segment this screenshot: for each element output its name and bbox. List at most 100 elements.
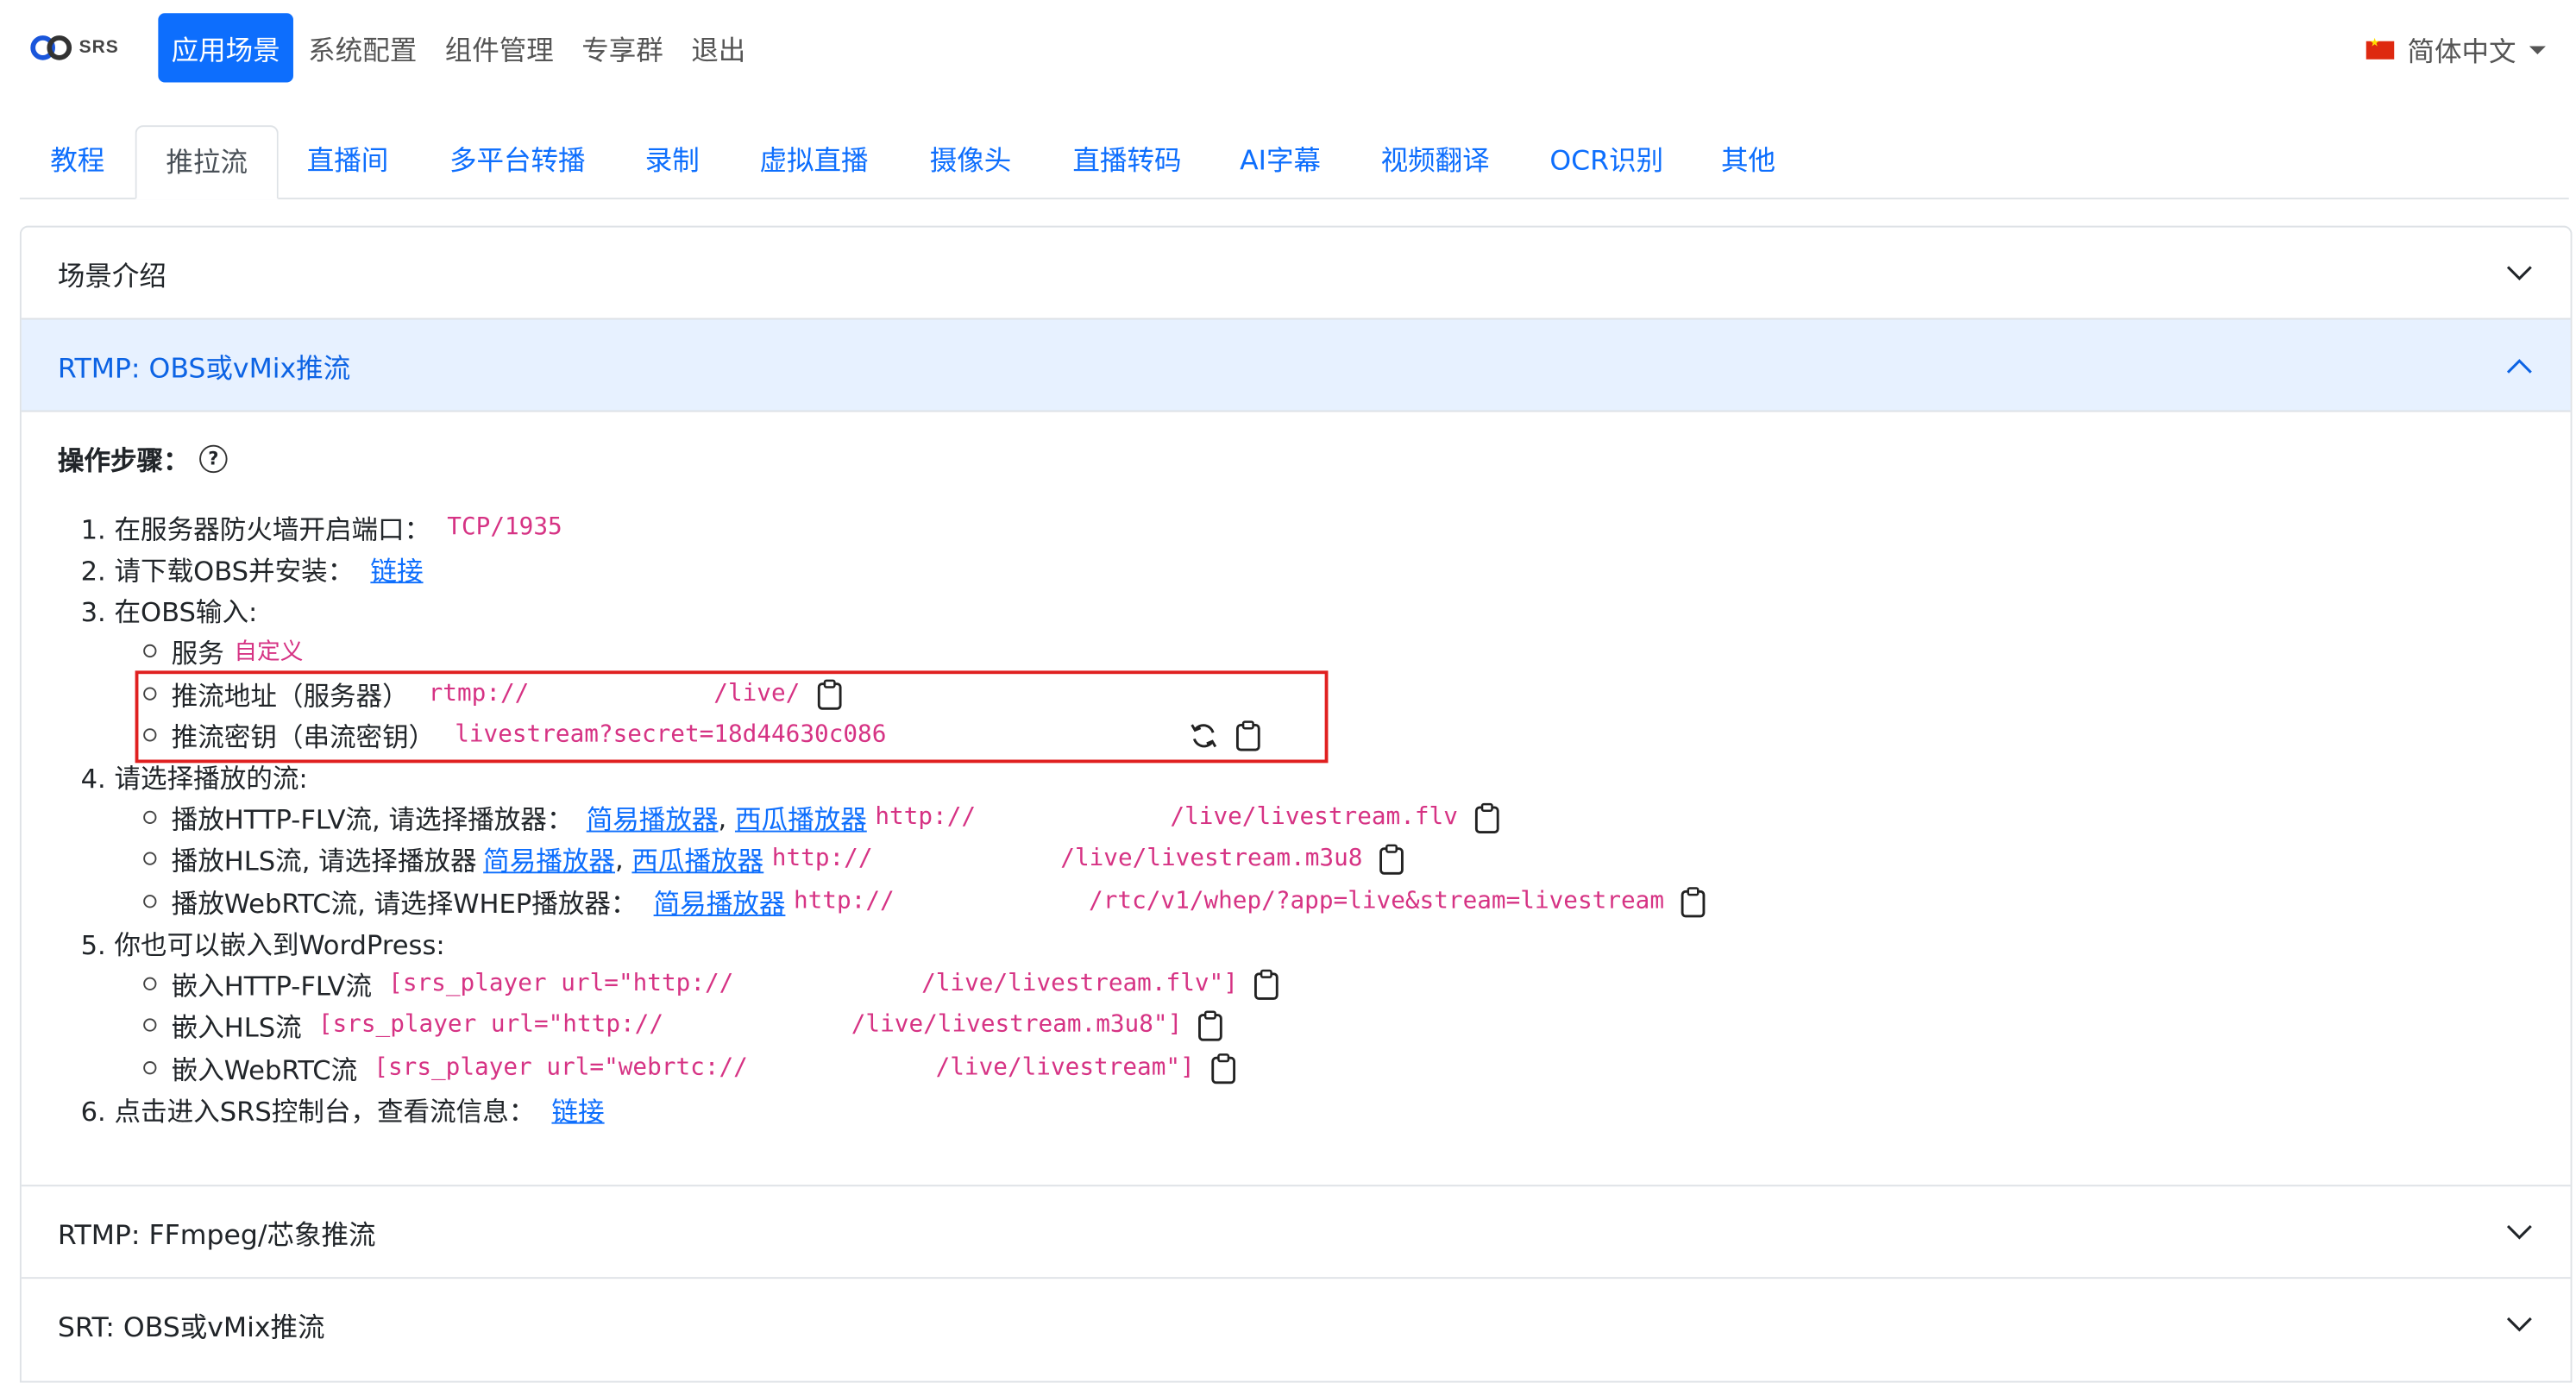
play-flv-label: 播放HTTP-FLV流, 请选择播放器：	[171, 804, 574, 836]
flv-xigua-player-link[interactable]: 西瓜播放器	[735, 797, 867, 837]
srs-logo[interactable]: SRS	[29, 33, 118, 62]
accordion-rtmp-ffmpeg-label: RTMP: FFmpeg/芯象推流	[57, 1218, 376, 1250]
chevron-down-icon	[2506, 1224, 2532, 1239]
obs-service-value: 自定义	[234, 639, 304, 666]
clipboard-icon[interactable]	[1681, 886, 1706, 917]
tab-multi-platform[interactable]: 多平台转播	[429, 125, 606, 196]
accordion-rtmp-obs-label: RTMP: OBS或vMix推流	[57, 351, 351, 384]
clipboard-icon[interactable]	[1198, 1009, 1223, 1040]
bullet	[143, 644, 157, 658]
step-2: 2. 请下载OBS并安装： 链接	[81, 549, 424, 588]
bullet	[143, 810, 157, 824]
play-webrtc-label: 播放WebRTC流, 请选择WHEP播放器：	[171, 888, 638, 920]
highlight-box	[135, 670, 1329, 764]
step-1-text: 1. 在服务器防火墙开启端口：	[80, 513, 431, 546]
flv-url-suffix: /live/livestream.flv	[1170, 804, 1458, 831]
clipboard-icon[interactable]	[1211, 1053, 1236, 1084]
bullet	[143, 977, 157, 990]
nav-exclusive-group[interactable]: 专享群	[569, 13, 676, 82]
chevron-down-icon	[2506, 265, 2532, 280]
nav-system-config[interactable]: 系统配置	[295, 13, 430, 82]
caret-down-icon	[2529, 45, 2546, 54]
tab-video-translate[interactable]: 视频翻译	[1358, 125, 1513, 196]
accordion-rtmp-obs[interactable]: RTMP: OBS或vMix推流	[21, 317, 2571, 412]
embed-webrtc-label: 嵌入WebRTC流	[171, 1054, 358, 1086]
nav-logout[interactable]: 退出	[678, 13, 759, 82]
embed-hls-item: 嵌入HLS流 [srs_player url="http:// /live/li…	[143, 1005, 1223, 1045]
bullet	[143, 895, 157, 908]
clipboard-icon[interactable]	[1254, 968, 1279, 999]
hls-url-prefix: http://	[771, 845, 873, 872]
embed-flv-item: 嵌入HTTP-FLV流 [srs_player url="http:// /li…	[143, 964, 1279, 1003]
tab-transcode[interactable]: 直播转码	[1052, 125, 1203, 196]
play-hls-item: 播放HLS流, 请选择播放器 简易播放器 , 西瓜播放器 http:// /li…	[143, 839, 1404, 878]
step-1: 1. 在服务器防火墙开启端口： TCP/1935	[81, 507, 562, 547]
step-3: 3. 在OBS输入:	[81, 590, 258, 630]
embed-webrtc-prefix: [srs_player url="webrtc://	[374, 1054, 748, 1081]
tab-other[interactable]: 其他	[1700, 125, 1796, 196]
tab-live-room[interactable]: 直播间	[284, 125, 412, 196]
scenario-tabs: 教程 推拉流 直播间 多平台转播 录制 虚拟直播 摄像头 直播转码 AI字幕 视…	[19, 125, 2569, 200]
hls-simple-player-link[interactable]: 简易播放器	[483, 839, 615, 878]
step-6-text: 6. 点击进入SRS控制台，查看流信息：	[80, 1096, 536, 1128]
bullet	[143, 1061, 157, 1075]
tab-push-pull[interactable]: 推拉流	[135, 125, 279, 200]
chevron-up-icon	[2506, 358, 2532, 373]
embed-hls-prefix: [srs_player url="http://	[317, 1011, 664, 1039]
obs-download-link[interactable]: 链接	[370, 549, 423, 588]
step-6: 6. 点击进入SRS控制台，查看流信息： 链接	[81, 1090, 605, 1129]
accordion-srt-obs[interactable]: SRT: OBS或vMix推流	[21, 1277, 2571, 1369]
tab-camera[interactable]: 摄像头	[907, 125, 1035, 196]
language-selector[interactable]: 简体中文	[2366, 29, 2546, 69]
flv-simple-player-link[interactable]: 简易播放器	[587, 797, 719, 837]
steps-title-text: 操作步骤：	[57, 444, 190, 476]
step-5-text: 5. 你也可以嵌入到WordPress:	[80, 929, 445, 961]
whep-url-suffix: /rtc/v1/whep/?app=live&stream=livestream	[1089, 888, 1665, 915]
accordion-rtmp-ffmpeg[interactable]: RTMP: FFmpeg/芯象推流	[21, 1185, 2571, 1277]
tab-tutorial[interactable]: 教程	[29, 125, 125, 196]
tab-ocr[interactable]: OCR识别	[1529, 125, 1684, 196]
bullet	[143, 1018, 157, 1032]
hls-xigua-player-link[interactable]: 西瓜播放器	[631, 839, 763, 878]
embed-flv-label: 嵌入HTTP-FLV流	[171, 970, 373, 1003]
china-flag-icon	[2366, 35, 2395, 59]
clipboard-icon[interactable]	[1474, 802, 1499, 833]
help-icon[interactable]: ?	[199, 443, 228, 473]
tab-virtual-live[interactable]: 虚拟直播	[738, 125, 890, 196]
srs-console-link[interactable]: 链接	[551, 1090, 604, 1129]
play-webrtc-item: 播放WebRTC流, 请选择WHEP播放器： 简易播放器 http:// /rt…	[143, 882, 1706, 921]
step-4-text: 4. 请选择播放的流:	[80, 763, 308, 795]
step-2-text: 2. 请下载OBS并安装：	[80, 555, 355, 587]
hls-url-suffix: /live/livestream.m3u8	[1060, 845, 1363, 872]
step-5: 5. 你也可以嵌入到WordPress:	[81, 923, 445, 963]
clipboard-icon[interactable]	[1379, 843, 1404, 874]
obs-service-label: 服务	[171, 638, 224, 669]
nav-scenarios[interactable]: 应用场景	[158, 13, 293, 83]
embed-webrtc-item: 嵌入WebRTC流 [srs_player url="webrtc:// /li…	[143, 1048, 1235, 1088]
play-hls-label: 播放HLS流, 请选择播放器	[171, 845, 477, 877]
logo-text: SRS	[79, 37, 119, 58]
top-nav: 应用场景 系统配置 组件管理 专享群 退出	[158, 13, 760, 83]
embed-flv-suffix: /live/livestream.flv"]	[921, 970, 1238, 997]
accordion-srt-obs-label: SRT: OBS或vMix推流	[57, 1311, 325, 1342]
bullet	[143, 852, 157, 865]
embed-flv-prefix: [srs_player url="http://	[388, 970, 734, 997]
embed-webrtc-suffix: /live/livestream"]	[935, 1054, 1195, 1081]
step-4: 4. 请选择播放的流:	[81, 757, 308, 796]
step-3-text: 3. 在OBS输入:	[80, 596, 258, 628]
chevron-down-icon	[2506, 1316, 2532, 1331]
steps-title: 操作步骤： ?	[58, 438, 228, 478]
accordion-intro[interactable]: 场景介绍	[22, 228, 2571, 318]
obs-service-item: 服务 自定义	[143, 632, 303, 671]
whep-url-prefix: http://	[793, 888, 895, 915]
nav-components[interactable]: 组件管理	[431, 13, 567, 82]
play-flv-item: 播放HTTP-FLV流, 请选择播放器： 简易播放器 , 西瓜播放器 http:…	[143, 797, 1499, 837]
step-1-port: TCP/1935	[447, 513, 562, 541]
tab-record[interactable]: 录制	[623, 125, 722, 196]
srs-logo-icon	[30, 35, 72, 60]
whep-simple-player-link[interactable]: 简易播放器	[654, 882, 786, 921]
embed-hls-label: 嵌入HLS流	[171, 1011, 302, 1044]
tab-ai-subtitle[interactable]: AI字幕	[1219, 125, 1341, 196]
accordion-intro-label: 场景介绍	[57, 259, 166, 292]
flv-url-prefix: http://	[875, 804, 977, 831]
